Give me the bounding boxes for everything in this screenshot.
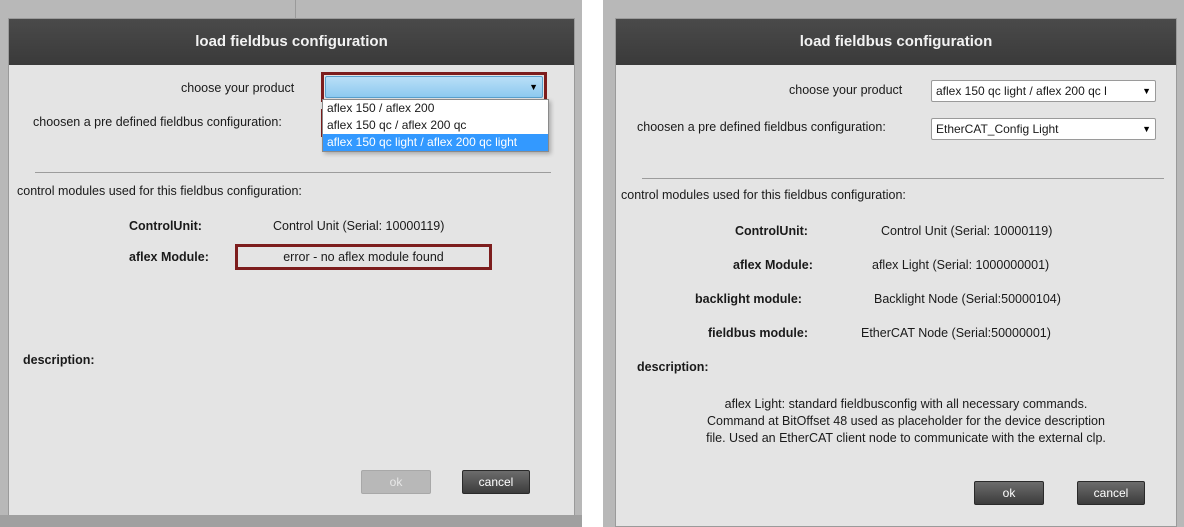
dialog-title: load fieldbus configuration xyxy=(9,19,574,65)
module-label-aflex: aflex Module: xyxy=(733,258,813,272)
module-label-fieldbus: fieldbus module: xyxy=(708,326,808,340)
product-label: choose your product xyxy=(181,81,295,95)
module-value-controlunit: Control Unit (Serial: 10000119) xyxy=(881,224,1053,238)
module-value-controlunit: Control Unit (Serial: 10000119) xyxy=(273,219,445,233)
dropdown-arrow-icon: ▼ xyxy=(1142,86,1151,96)
backdrop-divider xyxy=(295,0,296,20)
product-label: choose your product xyxy=(789,83,903,97)
divider xyxy=(642,178,1164,179)
config-label: choosen a pre defined fieldbus configura… xyxy=(637,120,886,134)
ok-button[interactable]: ok xyxy=(974,481,1044,505)
description-line: aflex Light: standard fieldbusconfig wit… xyxy=(724,397,1088,411)
dropdown-arrow-icon: ▼ xyxy=(1142,124,1151,134)
aflex-module-error: error - no aflex module found xyxy=(235,244,492,270)
config-select-value: EtherCAT_Config Light xyxy=(936,122,1059,136)
ok-button[interactable]: ok xyxy=(361,470,431,494)
module-label-controlunit: ControlUnit: xyxy=(735,224,808,238)
config-select[interactable]: EtherCAT_Config Light ▼ xyxy=(931,118,1156,140)
module-label-aflex: aflex Module: xyxy=(129,250,209,264)
cancel-button[interactable]: cancel xyxy=(1077,481,1145,505)
description-label: description: xyxy=(637,360,709,374)
description-line: file. Used an EtherCAT client node to co… xyxy=(706,431,1106,445)
product-option[interactable]: aflex 150 qc / aflex 200 qc xyxy=(323,117,548,134)
dialog-right: load fieldbus configuration choose your … xyxy=(615,18,1177,527)
product-dropdown-list: aflex 150 / aflex 200 aflex 150 qc / afl… xyxy=(322,99,549,152)
product-option[interactable]: aflex 150 / aflex 200 xyxy=(323,100,548,117)
config-label: choosen a pre defined fieldbus configura… xyxy=(33,115,282,129)
description-label: description: xyxy=(23,353,95,367)
module-value-aflex: error - no aflex module found xyxy=(283,250,444,264)
product-select[interactable]: ▼ xyxy=(325,76,543,98)
product-select[interactable]: aflex 150 qc light / aflex 200 qc l ▼ xyxy=(931,80,1156,102)
module-label-controlunit: ControlUnit: xyxy=(129,219,202,233)
module-value-aflex: aflex Light (Serial: 1000000001) xyxy=(872,258,1050,272)
description-line: Command at BitOffset 48 used as placehol… xyxy=(707,414,1105,428)
description-text: aflex Light: standard fieldbusconfig wit… xyxy=(656,396,1156,447)
module-value-backlight: Backlight Node (Serial:50000104) xyxy=(874,292,1061,306)
dialog-left: load fieldbus configuration choose your … xyxy=(8,18,575,520)
dialog-title: load fieldbus configuration xyxy=(616,19,1176,65)
module-label-backlight: backlight module: xyxy=(695,292,802,306)
divider xyxy=(35,172,551,173)
cancel-button[interactable]: cancel xyxy=(462,470,530,494)
backdrop-bottom-strip xyxy=(0,515,582,527)
modules-heading: control modules used for this fieldbus c… xyxy=(621,188,906,202)
product-select-value: aflex 150 qc light / aflex 200 qc l xyxy=(936,84,1107,98)
dropdown-arrow-icon: ▼ xyxy=(529,82,538,92)
product-option-selected[interactable]: aflex 150 qc light / aflex 200 qc light xyxy=(323,134,548,151)
module-value-fieldbus: EtherCAT Node (Serial:50000001) xyxy=(861,326,1051,340)
modules-heading: control modules used for this fieldbus c… xyxy=(17,184,302,198)
